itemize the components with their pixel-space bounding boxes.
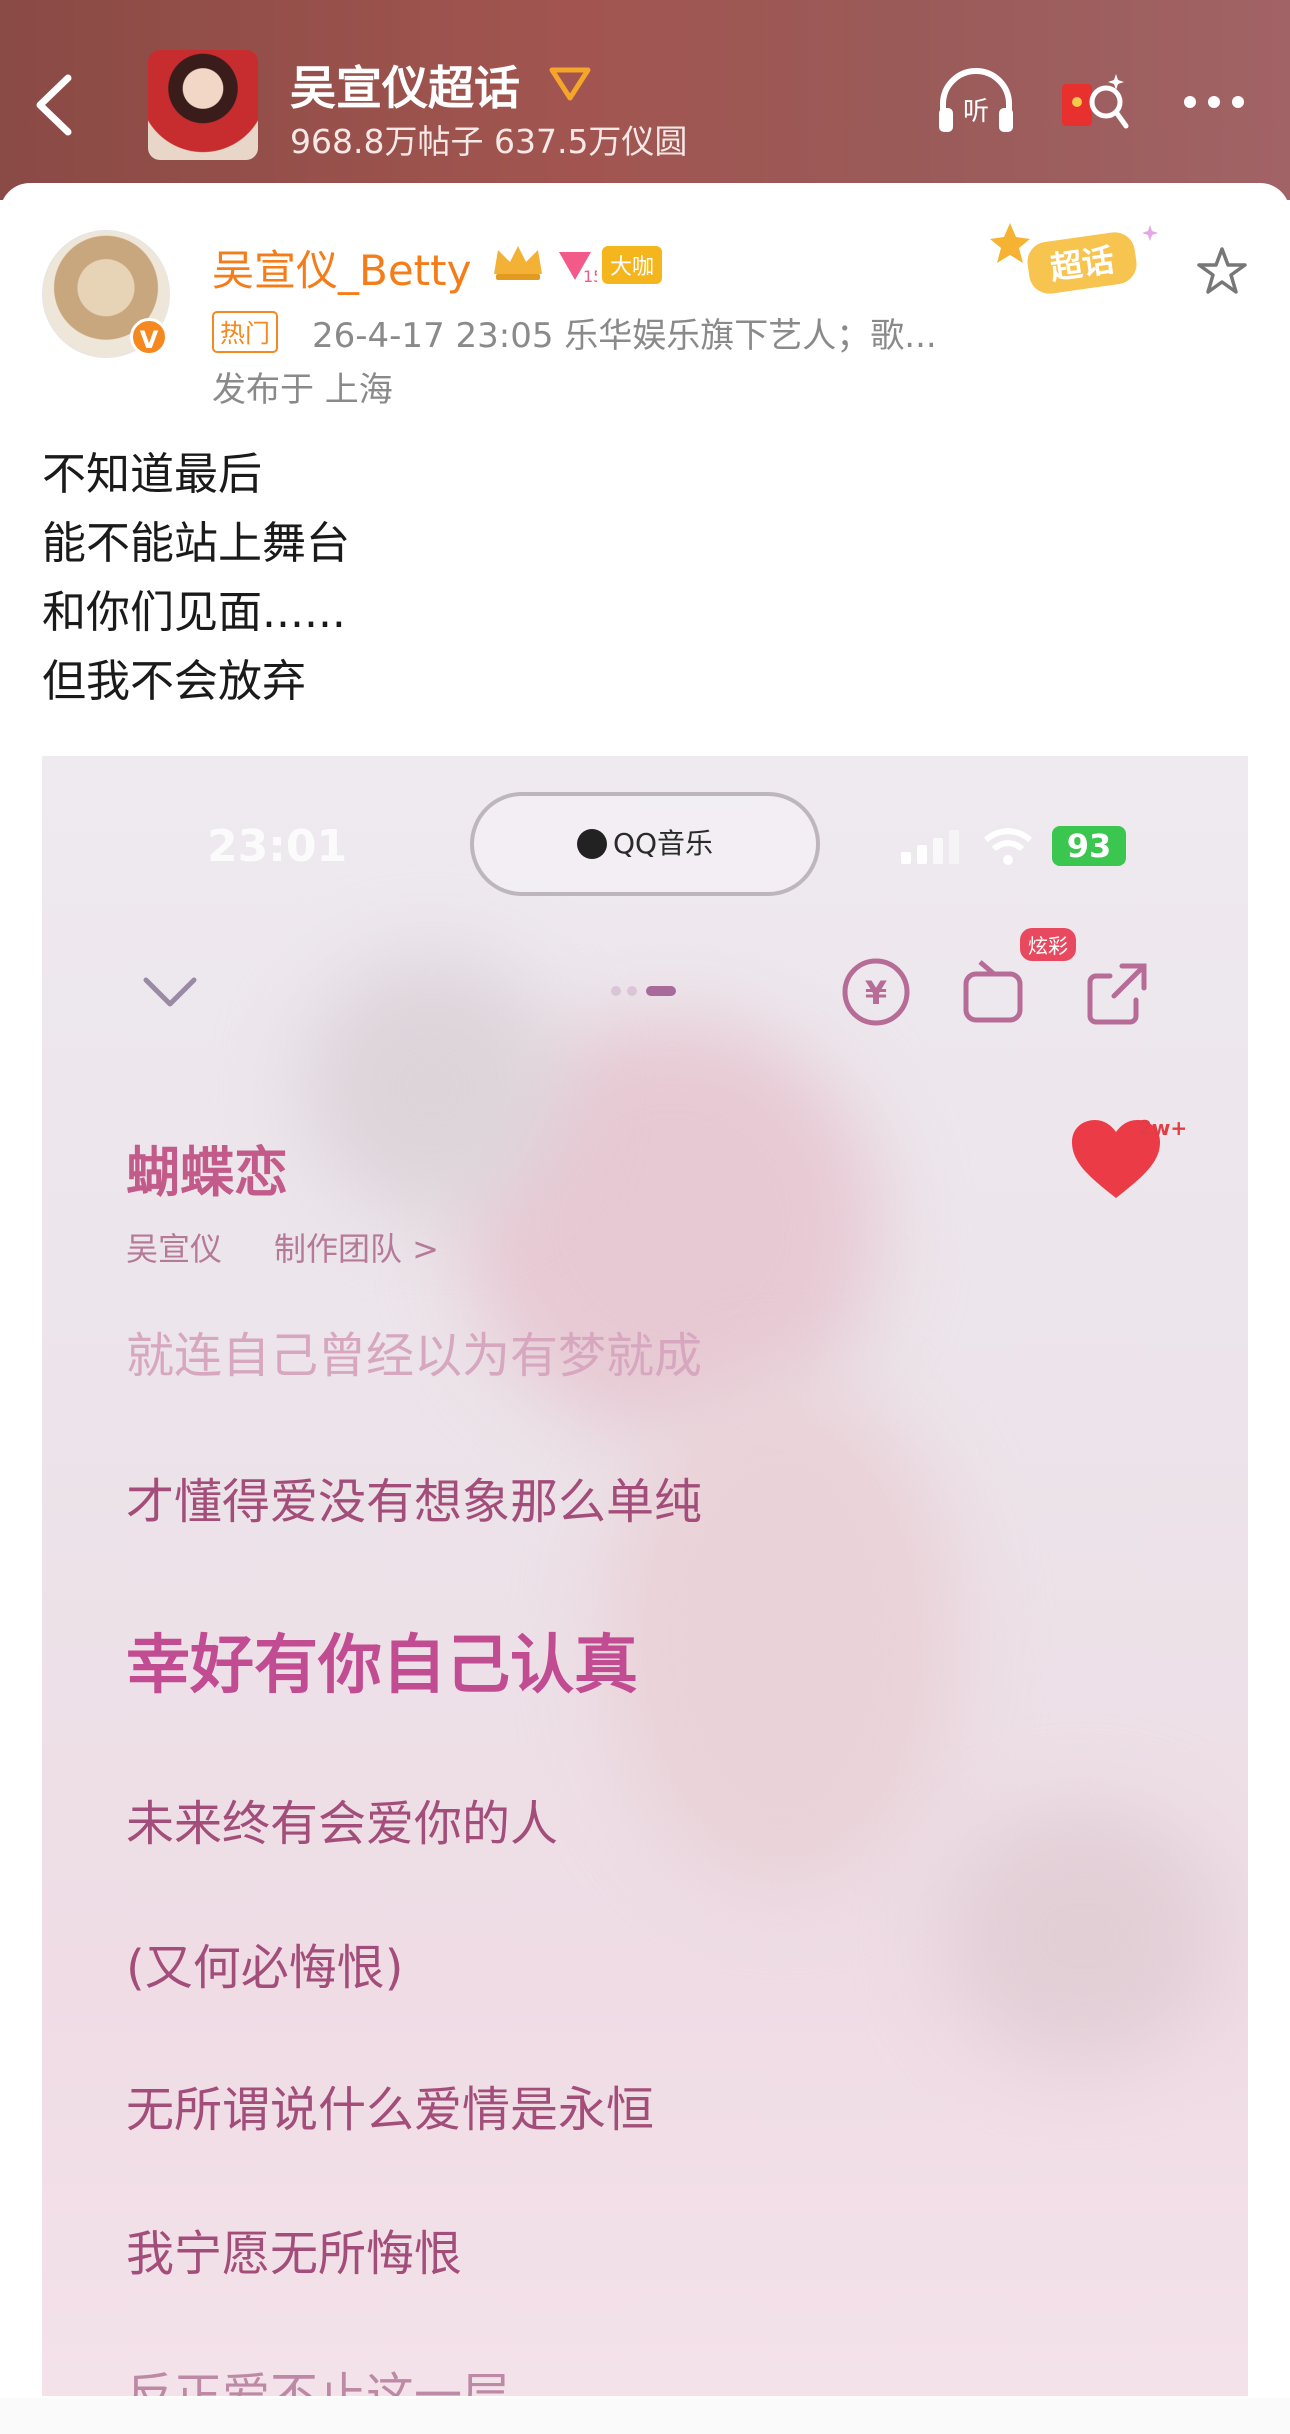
diamond-badge-icon	[549, 67, 591, 101]
topic-title[interactable]: 吴宣仪超话	[290, 52, 520, 118]
lyric-line: 反正爱不止这一层	[126, 2368, 511, 2396]
bottom-strip	[0, 2398, 1290, 2434]
post-text-line: 但我不会放弃	[42, 656, 306, 707]
hot-tag: 热门	[212, 311, 279, 353]
daka-badge: 大咖	[602, 246, 663, 284]
blur-blob	[942, 1806, 1222, 2066]
like-count: 2w+	[1138, 1116, 1188, 1140]
share-icon[interactable]	[1082, 958, 1152, 1028]
lyric-line: 就连自己曾经以为有梦就成	[126, 1328, 703, 1384]
post-text-line: 不知道最后	[42, 449, 262, 500]
signal-icon	[901, 830, 959, 864]
app-name: QQ音乐	[612, 827, 714, 860]
crown-icon	[494, 246, 542, 280]
topic-stats: 968.8万帖子 637.5万仪圆	[290, 122, 688, 161]
lyric-line: (又何必悔恨)	[126, 1940, 404, 1996]
qq-music-logo-icon	[576, 829, 607, 859]
post-meta: 26-4-17 23:05 乐华娱乐旗下艺人；歌...	[312, 316, 937, 356]
red-packet-icon[interactable]	[1058, 68, 1130, 138]
song-title: 蝴蝶恋	[126, 1141, 288, 1204]
topic-avatar[interactable]	[148, 50, 258, 160]
collapse-chevron-icon[interactable]	[142, 974, 198, 1010]
lyric-current: 幸好有你自己认真	[126, 1629, 638, 1703]
star-icon[interactable]	[1195, 245, 1249, 299]
headphones-listen-icon[interactable]: 听	[935, 68, 1017, 138]
svg-text:¥: ¥	[865, 974, 887, 1012]
level-badge-icon: 15	[559, 252, 597, 286]
page-dots-icon	[611, 986, 676, 996]
topic-header: 吴宣仪超话 968.8万帖子 637.5万仪圆 听	[0, 0, 1290, 200]
wifi-icon	[983, 828, 1033, 865]
post-text-line: 能不能站上舞台	[42, 518, 350, 569]
post-image[interactable]: 23:01 QQ音乐 93 ¥ 炫彩 蝴蝶恋 吴宣仪 制作团队 > 2w+ 就连…	[42, 756, 1248, 2396]
post-location: 发布于 上海	[212, 370, 393, 410]
battery-indicator: 93	[1052, 826, 1126, 866]
verified-badge: V	[130, 318, 168, 356]
post-text-line: 和你们见面......	[42, 587, 346, 638]
blur-blob	[302, 956, 562, 1216]
yuan-coin-icon[interactable]: ¥	[840, 956, 912, 1028]
lyric-line: 未来终有会爱你的人	[126, 1796, 559, 1852]
svg-text:听: 听	[963, 97, 989, 127]
status-time: 23:01	[207, 821, 348, 872]
song-artist[interactable]: 吴宣仪	[126, 1224, 222, 1270]
loop-mode-icon[interactable]	[960, 958, 1030, 1028]
lyric-line: 我宁愿无所悔恨	[126, 2226, 463, 2282]
lyric-line: 才懂得爱没有想象那么单纯	[126, 1474, 703, 1530]
more-dots-icon[interactable]	[1180, 92, 1248, 112]
svg-text:15: 15	[583, 267, 597, 286]
chaohua-badge[interactable]: 超话	[990, 215, 1165, 305]
blur-blob	[602, 1376, 962, 1896]
song-credits[interactable]: 制作团队 >	[274, 1224, 439, 1270]
chevron-left-icon[interactable]	[30, 70, 80, 140]
lyric-line: 无所谓说什么爱情是永恒	[126, 2082, 655, 2138]
xuancai-tag: 炫彩	[1020, 928, 1076, 961]
post-text: 不知道最后 能不能站上舞台 和你们见面...... 但我不会放弃	[42, 440, 350, 716]
qq-music-pill[interactable]: QQ音乐	[470, 792, 820, 896]
username[interactable]: 吴宣仪_Betty	[212, 237, 471, 298]
